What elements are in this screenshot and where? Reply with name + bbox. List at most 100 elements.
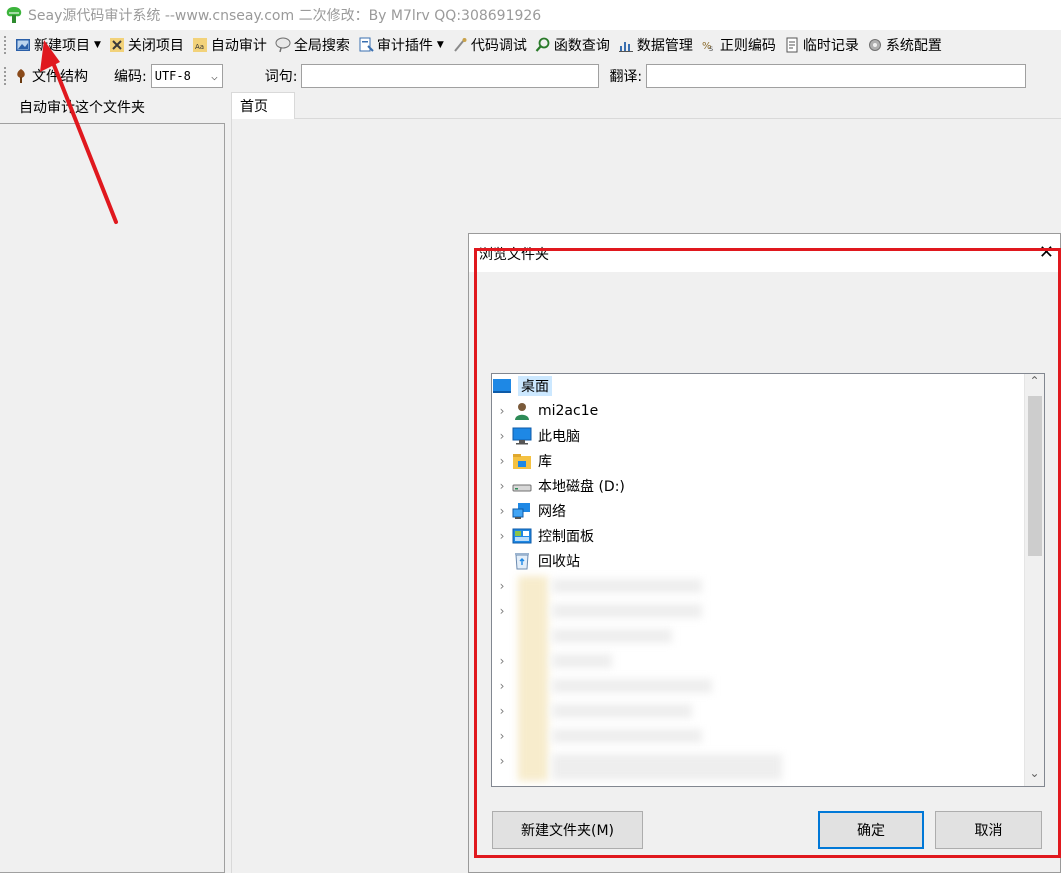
debug-label: 代码调试 — [470, 37, 527, 54]
tree-item-label: 桌面 — [518, 376, 552, 396]
temp-record-icon — [786, 37, 798, 52]
close-icon[interactable]: ✕ — [1039, 244, 1054, 262]
new-project-button[interactable]: 新建项目 ▼ — [11, 33, 105, 57]
chevron-right-icon[interactable]: › — [492, 479, 512, 493]
chevron-down-icon[interactable]: ▼ — [94, 40, 101, 50]
file-tree-panel[interactable] — [0, 123, 225, 873]
chevron-right-icon[interactable]: › — [492, 679, 512, 693]
tab-home[interactable]: 首页 — [231, 92, 295, 119]
network-icon — [512, 503, 530, 519]
data-manage-button[interactable]: 数据管理 — [614, 33, 697, 57]
chevron-right-icon[interactable]: › — [492, 604, 512, 618]
chevron-right-icon[interactable]: › — [492, 529, 512, 543]
tree-item-this-pc[interactable]: › 此电脑 — [492, 424, 580, 448]
scroll-down-icon[interactable]: ⌄ — [1025, 766, 1044, 786]
scroll-up-icon[interactable]: ⌃ — [1025, 374, 1044, 394]
regex-encode-label: 正则编码 — [719, 37, 776, 54]
tree-item-redacted[interactable]: › — [492, 749, 512, 773]
tree-item-library[interactable]: › 库 — [492, 449, 552, 473]
auto-audit-label: 自动审计 — [210, 37, 267, 54]
encoding-select[interactable]: UTF-8 ⌵ — [150, 64, 223, 88]
word-input[interactable] — [301, 64, 600, 88]
chevron-right-icon[interactable]: › — [492, 454, 512, 468]
auto-audit-folder-link[interactable]: 自动审计这个文件夹 — [0, 93, 230, 121]
library-icon — [513, 454, 531, 469]
ok-button[interactable]: 确定 — [818, 811, 924, 849]
cancel-button[interactable]: 取消 — [935, 811, 1042, 849]
tree-item-network[interactable]: › 网络 — [492, 499, 566, 523]
regex-encode-icon: % s — [702, 41, 713, 53]
chevron-right-icon[interactable]: › — [492, 504, 512, 518]
redacted-text — [552, 729, 702, 743]
toolbar-grip[interactable] — [4, 67, 7, 85]
tree-item-redacted[interactable]: › — [492, 724, 512, 748]
temp-record-label: 临时记录 — [802, 37, 859, 54]
window-titlebar: Seay源代码审计系统 --www.cnseay.com 二次修改：By M7l… — [0, 0, 1061, 30]
tree-item-redacted[interactable]: › — [492, 674, 512, 698]
chevron-down-icon[interactable]: ▼ — [437, 40, 444, 50]
chevron-right-icon[interactable]: › — [492, 579, 512, 593]
new-folder-button[interactable]: 新建文件夹(M) — [492, 811, 643, 849]
chevron-right-icon[interactable]: › — [492, 404, 512, 418]
secondary-toolbar: 文件结构 编码: UTF-8 ⌵ 词句: 翻译: — [0, 62, 1061, 90]
tree-item-label: 库 — [538, 454, 552, 470]
tree-item-local-disk[interactable]: › 本地磁盘 (D:) — [492, 474, 625, 498]
close-project-button[interactable]: 关闭项目 — [105, 33, 188, 57]
tree-item-redacted[interactable]: › — [492, 574, 512, 598]
tree-item-label: mi2ac1e — [538, 403, 599, 419]
auto-audit-button[interactable]: Aa 自动审计 — [188, 33, 271, 57]
control-panel-icon — [512, 528, 532, 544]
tree-item-label: 网络 — [538, 504, 566, 520]
tree-item-label: 控制面板 — [538, 529, 594, 545]
plugin-button[interactable]: 审计插件 ▼ — [354, 33, 448, 57]
global-search-button[interactable]: 全局搜索 — [271, 33, 354, 57]
tab-home-label: 首页 — [240, 99, 268, 115]
chevron-right-icon[interactable]: › — [492, 729, 512, 743]
function-query-button[interactable]: 函数查询 — [531, 33, 614, 57]
data-manage-label: 数据管理 — [636, 37, 693, 54]
app-logo-icon — [6, 7, 22, 23]
regex-encode-button[interactable]: % s 正则编码 — [697, 33, 780, 57]
drive-icon — [512, 484, 532, 492]
tree-item-control-panel[interactable]: › 控制面板 — [492, 524, 594, 548]
plugin-icon — [359, 37, 374, 52]
file-structure-button[interactable]: 文件结构 — [11, 64, 92, 88]
chevron-right-icon[interactable]: › — [492, 429, 512, 443]
new-folder-label: 新建文件夹(M) — [520, 823, 614, 839]
ok-label: 确定 — [857, 823, 885, 839]
tree-item-redacted[interactable]: › — [492, 649, 512, 673]
tree-item-recycle-bin[interactable]: 回收站 — [492, 549, 580, 573]
main-toolbar: 新建项目 ▼ 关闭项目 Aa 自动审计 全局搜索 审计插件 ▼ 代码调试 函数查… — [0, 30, 1061, 59]
redacted-folder-icons — [518, 576, 548, 781]
chevron-right-icon[interactable]: › — [492, 654, 512, 668]
translate-input[interactable] — [646, 64, 1027, 88]
dialog-title: 浏览文件夹 — [479, 247, 549, 263]
tree-icon — [17, 69, 25, 83]
tree-item-user[interactable]: › mi2ac1e — [492, 399, 598, 423]
scrollbar-thumb[interactable] — [1028, 396, 1042, 556]
global-search-label: 全局搜索 — [293, 37, 350, 54]
chevron-right-icon[interactable]: › — [492, 754, 512, 768]
left-panel-header: 自动审计这个文件夹 — [19, 100, 145, 116]
tree-item-redacted[interactable]: › — [492, 599, 512, 623]
data-manage-icon — [618, 41, 633, 52]
temp-record-button[interactable]: 临时记录 — [780, 33, 863, 57]
cancel-label: 取消 — [974, 823, 1003, 839]
redacted-text — [552, 754, 782, 780]
desktop-icon — [493, 379, 511, 393]
svg-text:s: s — [709, 44, 713, 53]
tree-scrollbar[interactable]: ⌃ ⌄ — [1024, 374, 1044, 786]
settings-button[interactable]: 系统配置 — [863, 33, 946, 57]
toolbar-grip[interactable] — [4, 35, 7, 54]
redacted-text — [552, 679, 712, 693]
tree-item-label: 此电脑 — [538, 429, 580, 445]
chevron-right-icon[interactable]: › — [492, 704, 512, 718]
settings-icon — [868, 38, 881, 51]
redacted-text — [552, 654, 612, 668]
encoding-label: 编码: — [114, 69, 147, 85]
file-structure-label: 文件结构 — [32, 69, 88, 85]
tree-item-redacted[interactable]: › — [492, 699, 512, 723]
folder-tree[interactable]: 桌面 › mi2ac1e › 此电脑 › 库 › 本地磁盘 (D:) › 网络 … — [491, 373, 1045, 787]
tree-item-desktop[interactable]: 桌面 — [492, 374, 552, 398]
debug-button[interactable]: 代码调试 — [448, 33, 531, 57]
